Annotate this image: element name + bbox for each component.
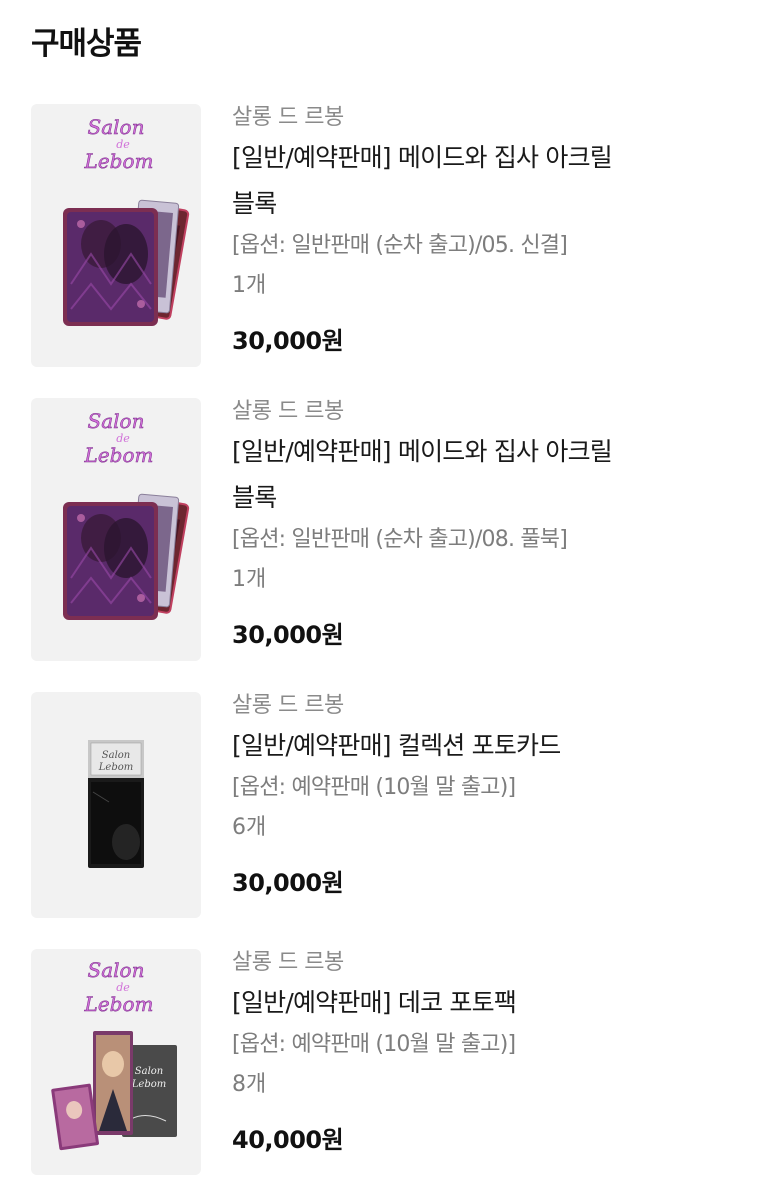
product-name[interactable]: [일반/예약판매] 데코 포토팩 [232, 980, 632, 1026]
order-item[interactable]: Salon de Lebom 살롱 드 르봉 [일반/예약판매] 메이드와 집사… [31, 104, 731, 367]
product-option: [옵션: 일반판매 (순차 출고)/05. 신결] [232, 233, 568, 258]
brand-name[interactable]: 살롱 드 르봉 [232, 104, 712, 132]
svg-text:Lebom: Lebom [84, 149, 154, 173]
order-item[interactable]: Salon de Lebom Salon Lebom 살롱 드 르봉 [일반/예… [31, 949, 731, 1175]
product-price: 30,000원 [232, 869, 344, 897]
product-name[interactable]: [일반/예약판매] 컬렉션 포토카드 [232, 723, 632, 769]
brand-name[interactable]: 살롱 드 르봉 [232, 398, 712, 426]
product-name[interactable]: [일반/예약판매] 메이드와 집사 아크릴 블록 [232, 135, 632, 227]
product-info: 살롱 드 르봉 [일반/예약판매] 데코 포토팩 [옵션: 예약판매 (10월 … [232, 949, 712, 1155]
svg-text:Salon: Salon [88, 958, 145, 982]
svg-text:Lebom: Lebom [131, 1079, 166, 1090]
product-info: 살롱 드 르봉 [일반/예약판매] 메이드와 집사 아크릴 블록 [옵션: 일반… [232, 104, 712, 356]
product-thumbnail[interactable]: Salon de Lebom Salon Lebom [31, 949, 201, 1175]
product-quantity: 1개 [232, 567, 267, 592]
product-quantity: 8개 [232, 1072, 267, 1097]
svg-text:Salon: Salon [135, 1066, 163, 1077]
svg-text:Salon: Salon [88, 115, 145, 139]
product-thumbnail[interactable]: Salon de Lebom [31, 104, 201, 367]
brand-name[interactable]: 살롱 드 르봉 [232, 692, 712, 720]
section-title: 구매상품 [31, 26, 142, 62]
product-price: 30,000원 [232, 621, 344, 649]
product-option: [옵션: 예약판매 (10월 말 출고)] [232, 775, 516, 800]
svg-text:Lebom: Lebom [98, 762, 133, 773]
photo-pack-image: Salon de Lebom Salon Lebom [51, 958, 177, 1151]
product-quantity: 6개 [232, 815, 267, 840]
product-option: [옵션: 예약판매 (10월 말 출고)] [232, 1032, 516, 1057]
product-thumbnail[interactable]: Salon Lebom [31, 692, 201, 918]
svg-text:Lebom: Lebom [84, 443, 154, 467]
photocard-pack-image: Salon Lebom [88, 740, 144, 868]
svg-text:Salon: Salon [88, 409, 145, 433]
product-info: 살롱 드 르봉 [일반/예약판매] 메이드와 집사 아크릴 블록 [옵션: 일반… [232, 398, 712, 650]
product-info: 살롱 드 르봉 [일반/예약판매] 컬렉션 포토카드 [옵션: 예약판매 (10… [232, 692, 712, 898]
product-thumbnail[interactable]: Salon de Lebom [31, 398, 201, 661]
acrylic-block-image: Salon de Lebom [63, 115, 190, 326]
order-item[interactable]: Salon Lebom 살롱 드 르봉 [일반/예약판매] 컬렉션 포토카드 [… [31, 692, 731, 918]
product-option: [옵션: 일반판매 (순차 출고)/08. 풀북] [232, 527, 568, 552]
product-name[interactable]: [일반/예약판매] 메이드와 집사 아크릴 블록 [232, 429, 632, 521]
product-price: 40,000원 [232, 1126, 344, 1154]
acrylic-block-image: Salon de Lebom [63, 409, 190, 620]
svg-text:Salon: Salon [102, 750, 130, 761]
product-quantity: 1개 [232, 273, 267, 298]
svg-text:Lebom: Lebom [84, 992, 154, 1016]
order-item[interactable]: Salon de Lebom 살롱 드 르봉 [일반/예약판매] 메이드와 집사… [31, 398, 731, 661]
product-price: 30,000원 [232, 327, 344, 355]
brand-name[interactable]: 살롱 드 르봉 [232, 949, 712, 977]
